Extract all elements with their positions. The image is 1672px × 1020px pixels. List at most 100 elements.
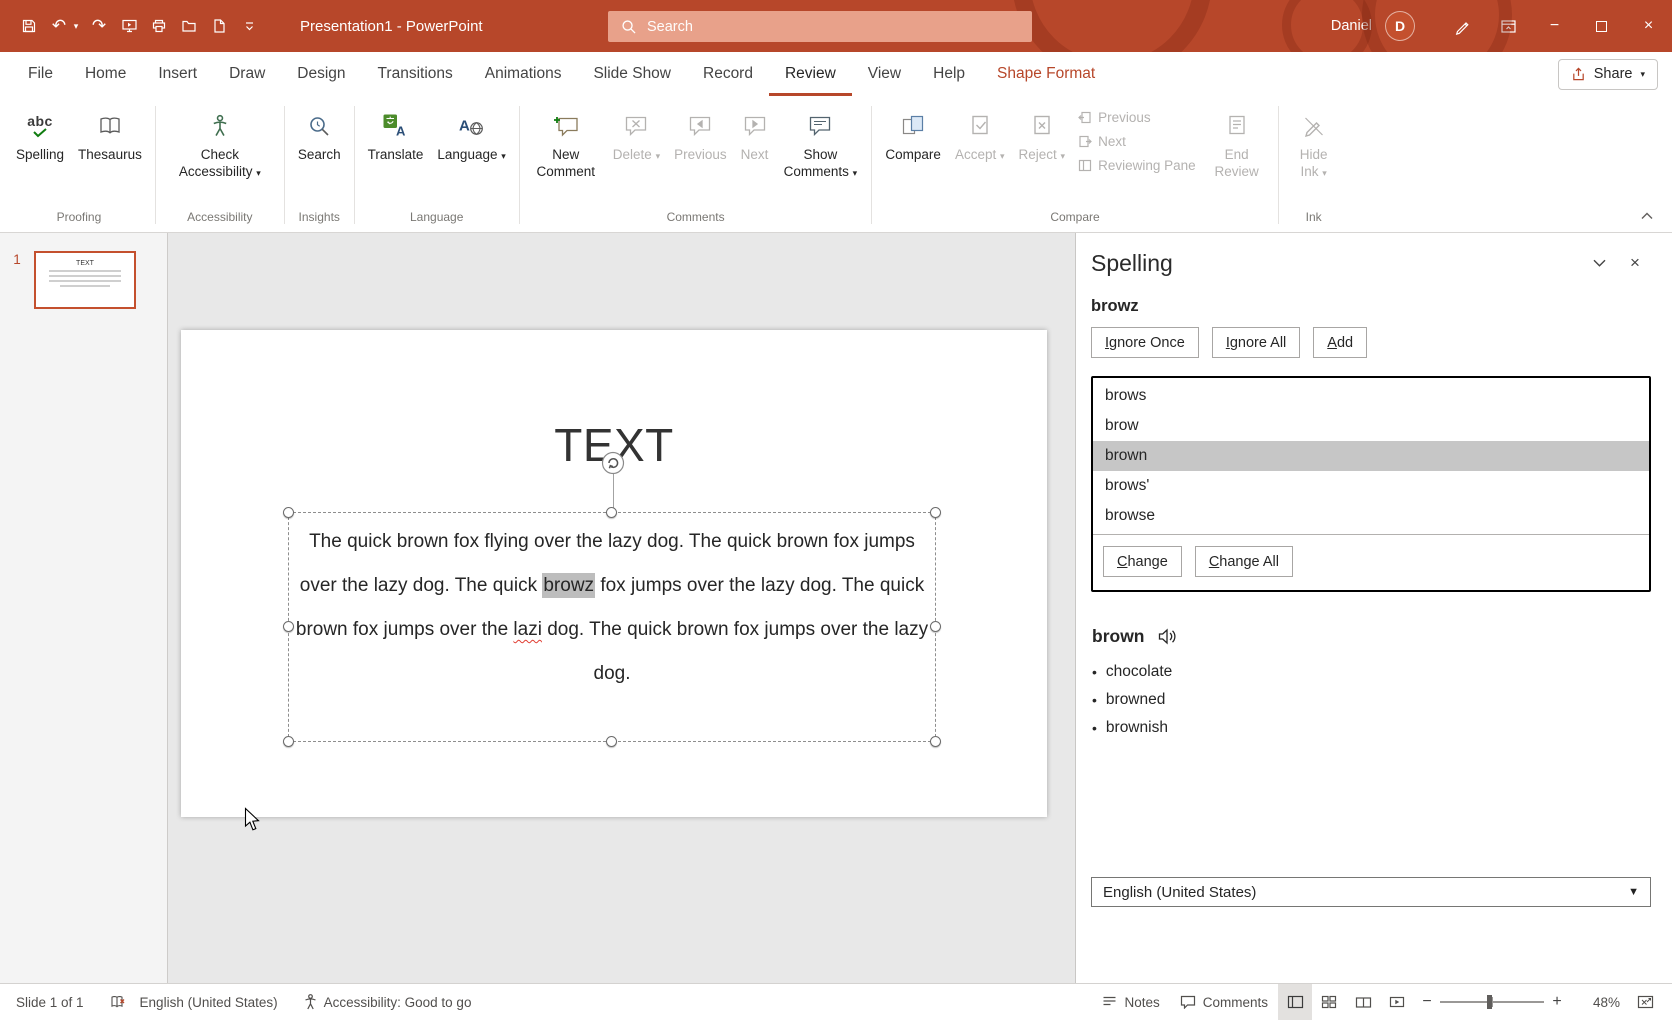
- fit-slide-to-window-button[interactable]: [1628, 984, 1662, 1020]
- slide-1-thumbnail[interactable]: TEXT: [34, 251, 136, 309]
- next-comment-button: Next: [734, 101, 776, 210]
- suggestion-item-2[interactable]: brown: [1093, 441, 1649, 471]
- show-comments-button[interactable]: Show Comments ▾: [775, 101, 865, 210]
- resize-handle-s[interactable]: [606, 736, 617, 747]
- speaker-icon[interactable]: [1158, 628, 1179, 645]
- spelling-button[interactable]: abc Spelling: [9, 101, 71, 210]
- search-input[interactable]: [647, 19, 1019, 35]
- new-comment-button[interactable]: New Comment: [526, 101, 606, 210]
- tab-slide-show[interactable]: Slide Show: [577, 52, 687, 96]
- slide-sorter-view-button[interactable]: [1312, 984, 1346, 1020]
- show-comments-icon: [808, 107, 832, 144]
- close-icon: ×: [1644, 17, 1653, 35]
- open-file-button[interactable]: [174, 10, 204, 42]
- tab-shape-format[interactable]: Shape Format: [981, 52, 1111, 96]
- suggestion-item-1[interactable]: brow: [1093, 411, 1649, 441]
- search-icon: [621, 19, 636, 34]
- save-button[interactable]: [14, 10, 44, 42]
- spell-check-status-button[interactable]: [110, 995, 126, 1010]
- resize-handle-ne[interactable]: [930, 507, 941, 518]
- notes-button[interactable]: Notes: [1092, 984, 1169, 1020]
- check-accessibility-button[interactable]: Check Accessibility ▾: [162, 101, 278, 210]
- collapse-ribbon-button[interactable]: [1634, 206, 1660, 226]
- user-avatar[interactable]: D: [1385, 11, 1415, 41]
- resize-handle-nw[interactable]: [283, 507, 294, 518]
- tab-home[interactable]: Home: [69, 52, 142, 96]
- language-icon: A: [459, 107, 484, 144]
- status-language[interactable]: English (United States): [140, 995, 278, 1010]
- pane-options-button[interactable]: [1581, 248, 1617, 278]
- ribbon-display-options-button[interactable]: [1485, 0, 1531, 52]
- tab-help[interactable]: Help: [917, 52, 981, 96]
- group-ink: Hide Ink ▾ Ink: [1280, 98, 1348, 232]
- undo-dropdown[interactable]: ▾: [70, 10, 82, 42]
- resize-handle-n[interactable]: [606, 507, 617, 518]
- reading-view-button[interactable]: [1346, 984, 1380, 1020]
- zoom-level[interactable]: 48%: [1574, 995, 1620, 1010]
- normal-view-button[interactable]: [1278, 984, 1312, 1020]
- tab-review[interactable]: Review: [769, 52, 852, 96]
- tab-design[interactable]: Design: [281, 52, 361, 96]
- maximize-icon: [1596, 21, 1607, 32]
- close-button[interactable]: ×: [1625, 0, 1672, 52]
- selected-text-box[interactable]: The quick brown fox flying over the lazy…: [288, 512, 936, 742]
- redo-button[interactable]: ↷: [84, 10, 114, 42]
- previous-comment-button: Previous: [667, 101, 734, 210]
- customize-quick-access-toolbar-button[interactable]: [234, 10, 264, 42]
- slide-editor-canvas[interactable]: TEXT The quick brown fox flying over the…: [168, 233, 1075, 983]
- resize-handle-sw[interactable]: [283, 736, 294, 747]
- tab-transitions[interactable]: Transitions: [362, 52, 469, 96]
- tab-draw[interactable]: Draw: [213, 52, 281, 96]
- language-selector[interactable]: English (United States) ▼: [1091, 877, 1651, 907]
- change-all-button[interactable]: Change All: [1195, 546, 1293, 577]
- translate-button[interactable]: A Translate: [361, 101, 431, 210]
- minimize-button[interactable]: −: [1531, 0, 1578, 52]
- zoom-slider-thumb[interactable]: [1487, 995, 1492, 1009]
- tab-insert[interactable]: Insert: [142, 52, 213, 96]
- zoom-out-button[interactable]: −: [1414, 984, 1440, 1020]
- language-button[interactable]: A Language ▾: [430, 101, 512, 210]
- pane-close-button[interactable]: ×: [1617, 248, 1653, 278]
- print-preview-button[interactable]: [144, 10, 174, 42]
- smart-search-button[interactable]: Search: [291, 101, 348, 210]
- search-box[interactable]: [608, 11, 1032, 42]
- new-presentation-button[interactable]: [204, 10, 234, 42]
- zoom-in-button[interactable]: +: [1544, 984, 1570, 1020]
- resize-handle-e[interactable]: [930, 621, 941, 632]
- suggestion-item-4[interactable]: browse: [1093, 501, 1649, 531]
- share-button[interactable]: Share ▾: [1558, 59, 1658, 90]
- suggestions-list: browsbrowbrownbrows'browse: [1093, 378, 1649, 535]
- thesaurus-button[interactable]: Thesaurus: [71, 101, 149, 210]
- group-label-compare: Compare: [873, 210, 1276, 232]
- tab-record[interactable]: Record: [687, 52, 769, 96]
- ignore-once-button[interactable]: Ignore Once: [1091, 327, 1199, 358]
- change-button[interactable]: Change: [1103, 546, 1182, 577]
- powerpoint-window: ↶ ▾ ↷ Presentation1 - PowerPoint: [0, 0, 1672, 1020]
- maximize-button[interactable]: [1578, 0, 1625, 52]
- comments-button[interactable]: Comments: [1170, 984, 1278, 1020]
- ignore-all-button[interactable]: Ignore All: [1212, 327, 1300, 358]
- dropdown-arrow-icon: ▼: [1628, 886, 1639, 898]
- add-to-dictionary-button[interactable]: Add: [1313, 327, 1367, 358]
- resize-handle-se[interactable]: [930, 736, 941, 747]
- start-from-beginning-button[interactable]: [114, 10, 144, 42]
- accessibility-status-button[interactable]: Accessibility: Good to go: [304, 994, 472, 1010]
- slide[interactable]: TEXT The quick brown fox flying over the…: [181, 330, 1047, 817]
- zoom-slider[interactable]: [1440, 984, 1544, 1020]
- slide-show-button[interactable]: [1380, 984, 1414, 1020]
- rotate-handle[interactable]: [601, 451, 625, 475]
- suggestion-item-0[interactable]: brows: [1093, 381, 1649, 411]
- resize-handle-w[interactable]: [283, 621, 294, 632]
- tab-file[interactable]: File: [12, 52, 69, 96]
- chevron-down-icon: ▾: [1000, 151, 1005, 162]
- main-area: 1 TEXT TEXT: [0, 233, 1672, 983]
- next-change-button: Next: [1078, 134, 1196, 149]
- tab-view[interactable]: View: [852, 52, 917, 96]
- slide-body-text[interactable]: The quick brown fox flying over the lazy…: [295, 520, 929, 696]
- compare-button[interactable]: Compare: [878, 101, 948, 210]
- suggestion-item-3[interactable]: brows': [1093, 471, 1649, 501]
- accept-change-button: Accept ▾: [948, 101, 1012, 210]
- inking-button[interactable]: [1439, 0, 1485, 52]
- tab-animations[interactable]: Animations: [469, 52, 578, 96]
- share-label: Share: [1594, 66, 1633, 82]
